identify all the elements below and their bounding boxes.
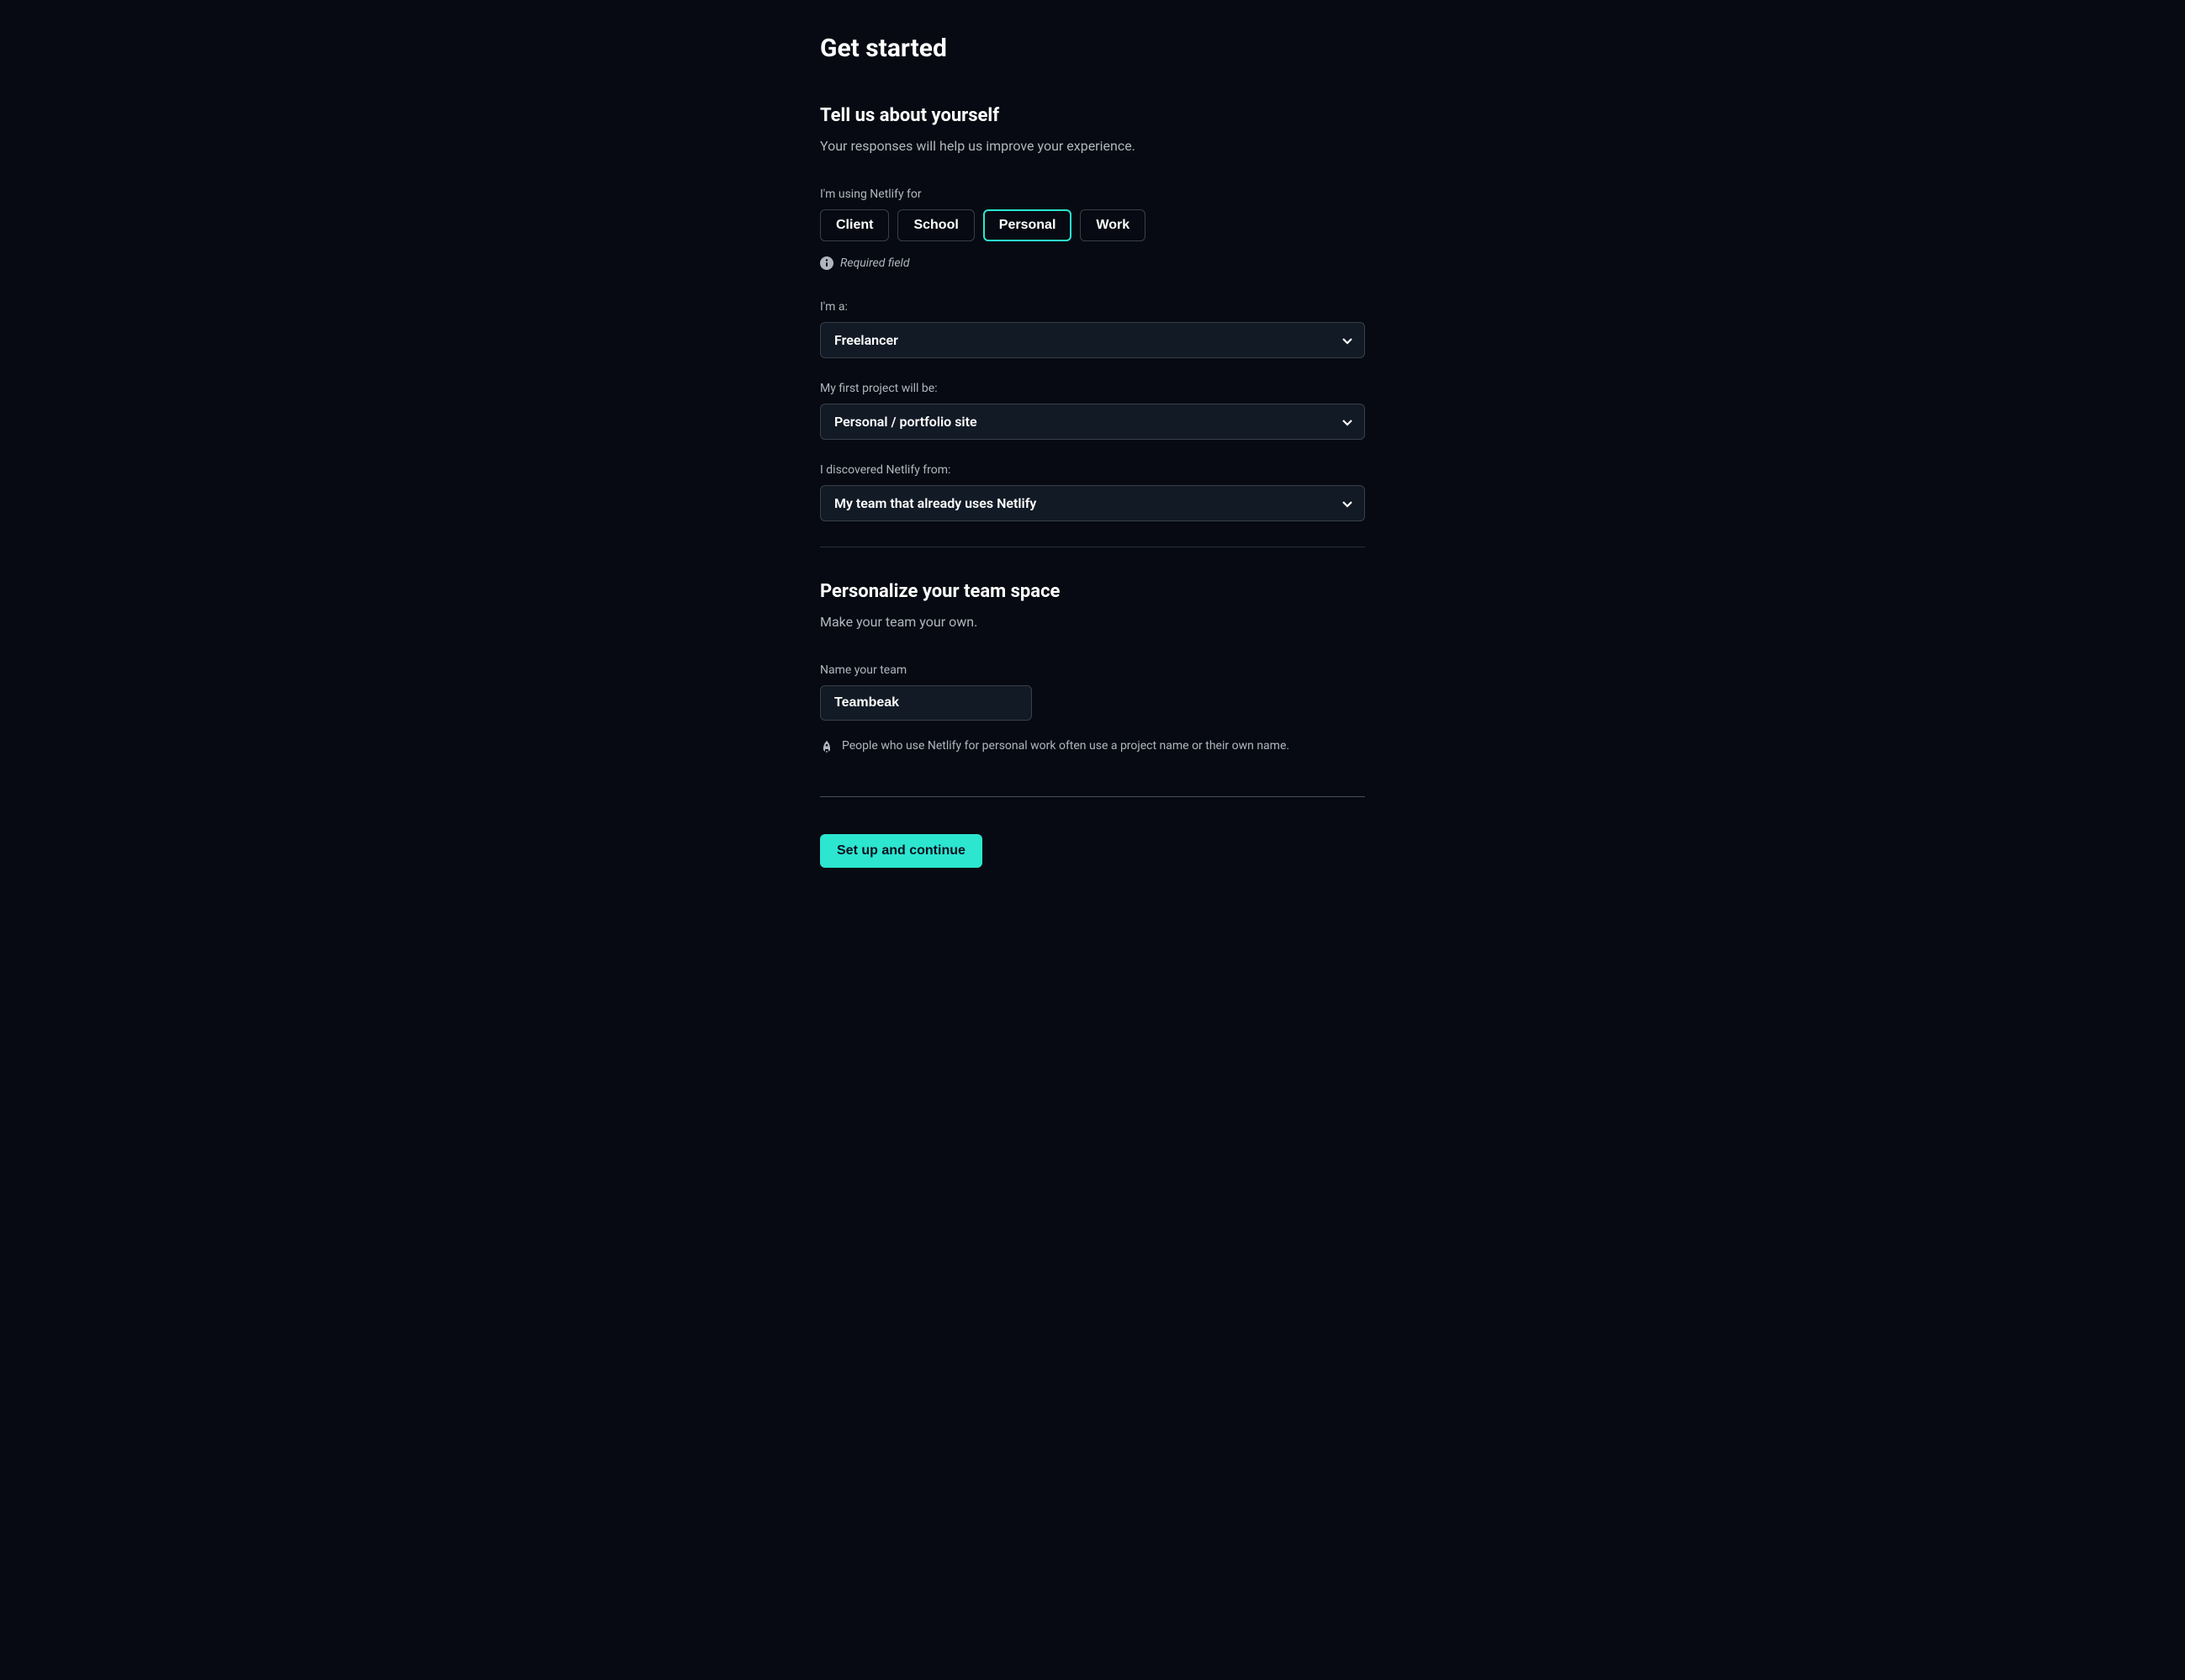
- section-team-subtitle: Make your team your own.: [820, 614, 1365, 630]
- section-about-subtitle: Your responses will help us improve your…: [820, 138, 1365, 154]
- discovered-select[interactable]: My team that already uses Netlify: [820, 485, 1365, 521]
- rocket-icon: [820, 741, 833, 754]
- page-title: Get started: [820, 34, 1365, 63]
- info-icon: [820, 256, 833, 270]
- project-label: My first project will be:: [820, 382, 1365, 395]
- team-name-hint: People who use Netlify for personal work…: [820, 739, 1365, 754]
- section-team-title: Personalize your team space: [820, 581, 1365, 602]
- footer-divider: [820, 796, 1365, 797]
- pill-work[interactable]: Work: [1080, 209, 1145, 241]
- project-select[interactable]: Personal / portfolio site: [820, 404, 1365, 440]
- required-field-note: Required field: [820, 256, 1365, 270]
- section-about-title: Tell us about yourself: [820, 105, 1365, 126]
- setup-continue-button[interactable]: Set up and continue: [820, 834, 982, 868]
- pill-client[interactable]: Client: [820, 209, 889, 241]
- team-name-hint-text: People who use Netlify for personal work…: [842, 739, 1289, 753]
- role-select[interactable]: Freelancer: [820, 322, 1365, 358]
- pill-personal[interactable]: Personal: [983, 209, 1072, 241]
- discovered-label: I discovered Netlify from:: [820, 463, 1365, 477]
- role-label: I'm a:: [820, 300, 1365, 314]
- using-for-pill-group: Client School Personal Work: [820, 209, 1365, 241]
- pill-school[interactable]: School: [897, 209, 974, 241]
- required-field-text: Required field: [840, 256, 910, 270]
- using-for-label: I'm using Netlify for: [820, 188, 1365, 201]
- team-name-label: Name your team: [820, 663, 1365, 677]
- team-name-input[interactable]: [820, 685, 1032, 721]
